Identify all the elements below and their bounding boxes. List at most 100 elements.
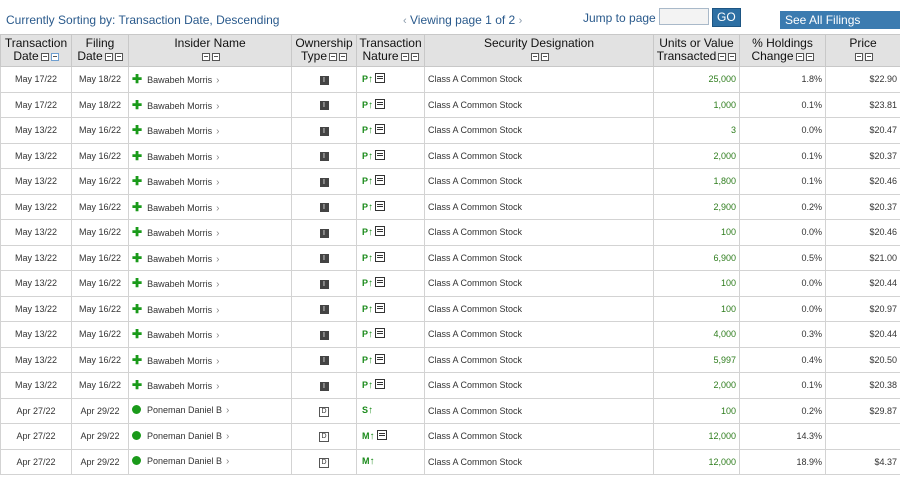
insider-name-link[interactable]: Bawabeh Morris — [147, 177, 212, 187]
insider-name-cell[interactable]: ✚ Bawabeh Morris › — [128, 346, 292, 373]
table-row: May 13/22 May 16/22 ✚ Bawabeh Morris › I P↑ Cla… — [0, 193, 900, 220]
chevron-right-icon[interactable]: › — [216, 279, 219, 290]
insider-name-cell[interactable]: ✚ Bawabeh Morris › — [128, 66, 292, 93]
insider-name-link[interactable]: Bawabeh Morris — [147, 126, 212, 136]
chevron-right-icon[interactable]: › — [216, 381, 219, 392]
insider-name-link[interactable]: Bawabeh Morris — [147, 356, 212, 366]
chevron-right-icon[interactable]: › — [216, 126, 219, 137]
chevron-right-icon[interactable]: › — [216, 356, 219, 367]
column-header-transaction-date[interactable]: Transaction Date — [0, 34, 72, 67]
transaction-nature-cell: P↑ — [356, 346, 425, 373]
insider-name-cell[interactable]: ✚ Bawabeh Morris › — [128, 168, 292, 195]
arrow-up-icon: ↑ — [369, 456, 375, 468]
insider-name-link[interactable]: Poneman Daniel B — [147, 405, 222, 415]
insider-name-link[interactable]: Bawabeh Morris — [147, 279, 212, 289]
insider-name-link[interactable]: Bawabeh Morris — [147, 254, 212, 264]
document-icon[interactable] — [375, 98, 386, 109]
nature-code: M — [362, 456, 370, 467]
sort-asc-icon[interactable] — [40, 52, 49, 61]
column-header-security-designation[interactable]: Security Designation — [424, 34, 654, 67]
sort-desc-icon[interactable] — [339, 52, 347, 61]
insider-name-link[interactable]: Bawabeh Morris — [147, 305, 212, 315]
sort-desc-icon[interactable] — [114, 52, 123, 61]
sort-desc-icon[interactable] — [805, 52, 814, 61]
sort-asc-icon[interactable] — [400, 52, 409, 61]
insider-name-cell[interactable]: ✚ Bawabeh Morris › — [128, 321, 292, 348]
document-icon[interactable] — [375, 251, 386, 262]
chevron-right-icon[interactable]: › — [216, 203, 219, 214]
sort-asc-icon[interactable] — [855, 52, 863, 61]
chevron-right-icon[interactable]: › — [216, 330, 219, 341]
go-button[interactable]: GO — [712, 8, 741, 27]
chevron-right-icon[interactable]: › — [216, 177, 219, 188]
sort-asc-icon[interactable] — [329, 52, 337, 61]
insider-name-cell[interactable]: ✚ Bawabeh Morris › — [128, 295, 292, 322]
column-header-insider-name[interactable]: Insider Name — [128, 34, 292, 67]
insider-name-cell[interactable]: ✚ Bawabeh Morris › — [128, 91, 292, 118]
document-icon[interactable] — [376, 430, 387, 441]
column-header-ownership-type[interactable]: Ownership Type — [291, 34, 357, 67]
insider-name-link[interactable]: Bawabeh Morris — [147, 101, 212, 111]
insider-name-link[interactable]: Poneman Daniel B — [147, 456, 222, 466]
sort-asc-icon[interactable] — [104, 52, 113, 61]
column-header-holdings-change[interactable]: % Holdings Change — [739, 34, 826, 67]
document-icon[interactable] — [375, 175, 386, 186]
insider-name-link[interactable]: Bawabeh Morris — [147, 381, 212, 391]
sort-desc-icon[interactable] — [50, 52, 59, 61]
document-icon[interactable] — [375, 124, 386, 135]
insider-name-link[interactable]: Bawabeh Morris — [147, 330, 212, 340]
sort-desc-icon[interactable] — [541, 52, 549, 61]
column-header-transaction-nature[interactable]: Transaction Nature — [356, 34, 425, 67]
insider-name-link[interactable]: Bawabeh Morris — [147, 203, 212, 213]
security-designation-cell: Class A Common Stock — [424, 397, 654, 424]
chevron-right-icon[interactable]: › — [216, 75, 219, 86]
column-header-price[interactable]: Price — [825, 34, 900, 67]
document-icon[interactable] — [375, 277, 386, 288]
chevron-right-icon[interactable]: › — [216, 101, 219, 112]
insider-name-cell[interactable]: Poneman Daniel B › — [128, 423, 292, 450]
insider-name-cell[interactable]: Poneman Daniel B › — [128, 448, 292, 475]
document-icon[interactable] — [375, 73, 386, 84]
insider-name-cell[interactable]: ✚ Bawabeh Morris › — [128, 244, 292, 271]
sort-asc-icon[interactable] — [202, 52, 210, 61]
document-icon[interactable] — [375, 226, 386, 237]
next-page-icon[interactable]: › — [519, 15, 523, 27]
column-header-units-transacted[interactable]: Units or Value Transacted — [653, 34, 740, 67]
holdings-change-cell: 0.5% — [739, 244, 826, 271]
chevron-right-icon[interactable]: › — [226, 456, 229, 467]
document-icon[interactable] — [375, 149, 386, 160]
insider-name-cell[interactable]: ✚ Bawabeh Morris › — [128, 142, 292, 169]
sort-asc-icon[interactable] — [718, 52, 727, 61]
document-icon[interactable] — [375, 200, 386, 211]
sort-asc-icon[interactable] — [531, 52, 539, 61]
document-icon[interactable] — [375, 353, 386, 364]
insider-name-cell[interactable]: ✚ Bawabeh Morris › — [128, 270, 292, 297]
chevron-right-icon[interactable]: › — [216, 305, 219, 316]
sort-desc-icon[interactable] — [410, 52, 419, 61]
chevron-right-icon[interactable]: › — [216, 228, 219, 239]
insider-name-cell[interactable]: ✚ Bawabeh Morris › — [128, 193, 292, 220]
chevron-right-icon[interactable]: › — [226, 431, 229, 442]
insider-name-link[interactable]: Bawabeh Morris — [147, 228, 212, 238]
chevron-right-icon[interactable]: › — [216, 254, 219, 265]
insider-name-link[interactable]: Bawabeh Morris — [147, 152, 212, 162]
jump-page-input[interactable] — [659, 8, 709, 25]
insider-name-cell[interactable]: ✚ Bawabeh Morris › — [128, 372, 292, 399]
sort-desc-icon[interactable] — [212, 52, 220, 61]
prev-page-icon[interactable]: ‹ — [403, 15, 407, 27]
insider-name-cell[interactable]: ✚ Bawabeh Morris › — [128, 219, 292, 246]
insider-name-cell[interactable]: Poneman Daniel B › — [128, 397, 292, 424]
document-icon[interactable] — [375, 302, 386, 313]
chevron-right-icon[interactable]: › — [216, 152, 219, 163]
document-icon[interactable] — [375, 379, 386, 390]
insider-name-link[interactable]: Poneman Daniel B — [147, 431, 222, 441]
column-header-filing-date[interactable]: Filing Date — [71, 34, 129, 67]
document-icon[interactable] — [375, 328, 386, 339]
sort-asc-icon[interactable] — [795, 52, 804, 61]
see-all-filings-button[interactable]: See All Filings Details — [780, 11, 900, 45]
sort-desc-icon[interactable] — [865, 52, 873, 61]
insider-name-cell[interactable]: ✚ Bawabeh Morris › — [128, 117, 292, 144]
chevron-right-icon[interactable]: › — [226, 405, 229, 416]
insider-name-link[interactable]: Bawabeh Morris — [147, 75, 212, 85]
sort-desc-icon[interactable] — [728, 52, 737, 61]
